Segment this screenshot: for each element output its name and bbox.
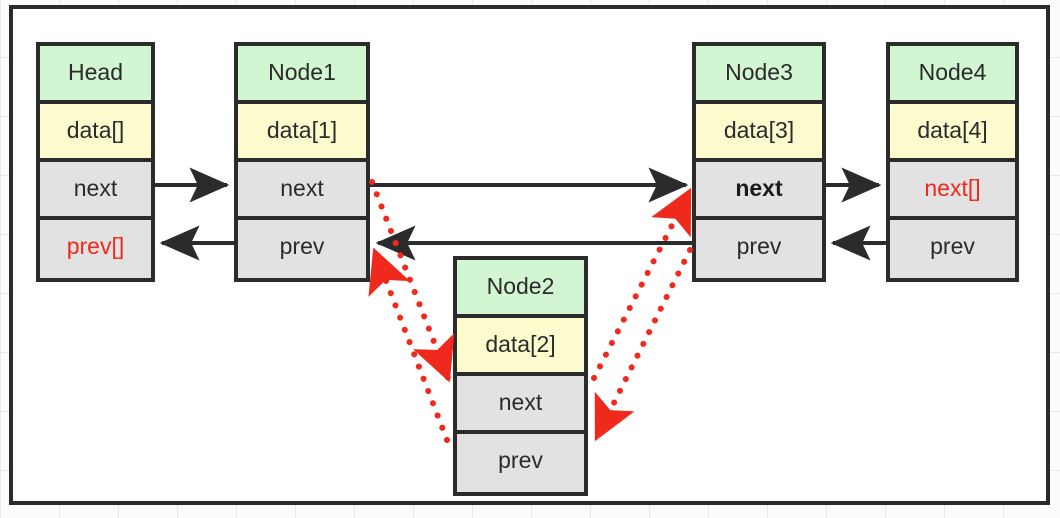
node-head-data: data[] [40,104,151,162]
node-node2[interactable]: Node2 data[2] next prev [453,256,588,496]
node-node3[interactable]: Node3 data[3] next prev [692,42,826,282]
node-node3-title: Node3 [696,46,822,104]
node-head-title: Head [40,46,151,104]
node-node1-prev: prev [238,220,366,278]
node-node1-title: Node1 [238,46,366,104]
node-node2-next: next [457,376,584,434]
node-node2-prev: prev [457,434,584,492]
node-node3-prev: prev [696,220,822,278]
diagram-canvas: Head data[] next prev[] Node1 data[1] ne… [0,0,1060,518]
node-node4-title: Node4 [890,46,1015,104]
node-head-next: next [40,162,151,220]
node-head-prev: prev[] [40,220,151,278]
node-node1[interactable]: Node1 data[1] next prev [234,42,370,282]
node-node2-data: data[2] [457,318,584,376]
node-node1-data: data[1] [238,104,366,162]
node-node4-data: data[4] [890,104,1015,162]
node-node1-next: next [238,162,366,220]
node-node2-title: Node2 [457,260,584,318]
node-node4[interactable]: Node4 data[4] next[] prev [886,42,1019,282]
node-node4-next: next[] [890,162,1015,220]
node-node3-next: next [696,162,822,220]
node-node3-data: data[3] [696,104,822,162]
node-head[interactable]: Head data[] next prev[] [36,42,155,282]
node-node4-prev: prev [890,220,1015,278]
